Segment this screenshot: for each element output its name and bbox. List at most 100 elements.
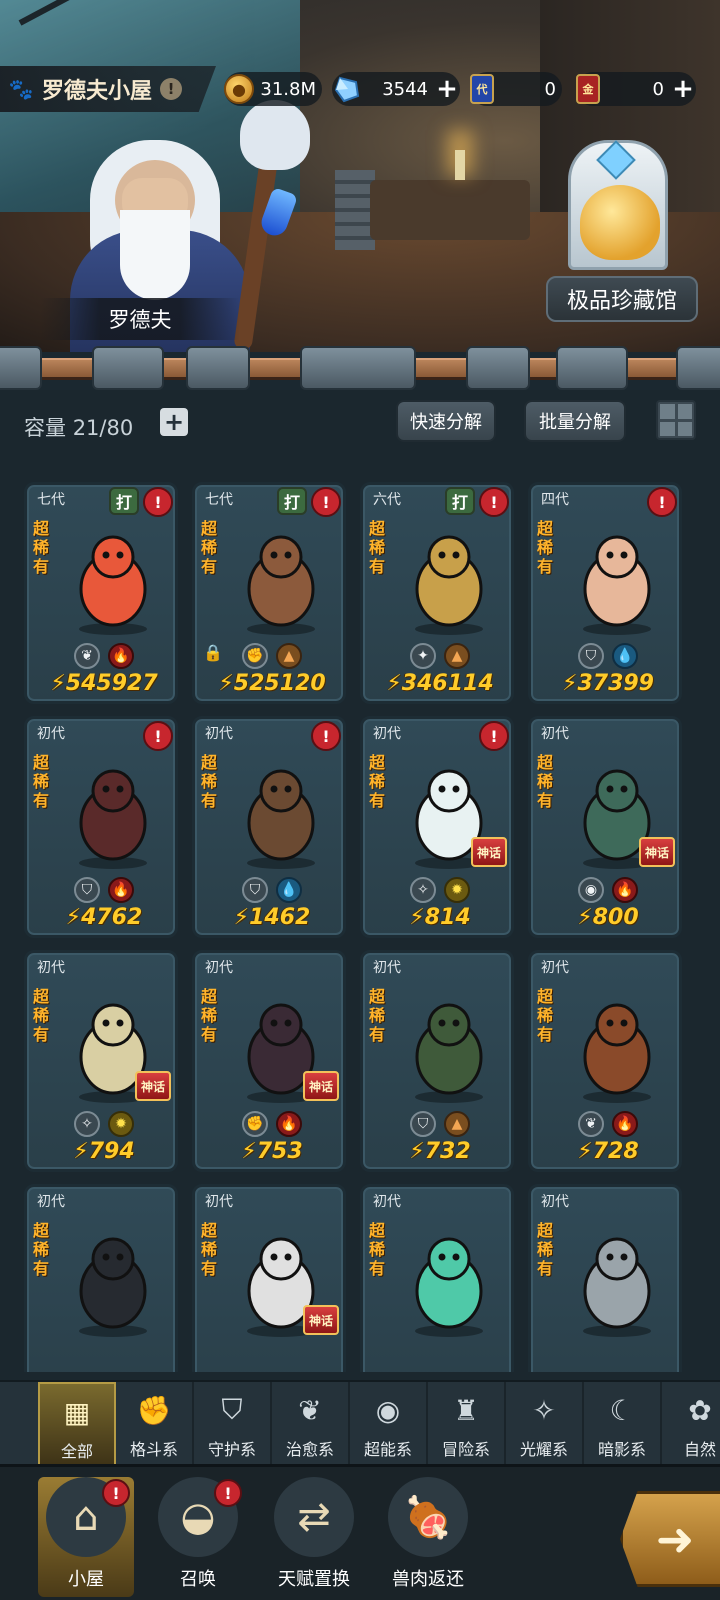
power-value: ⚡525120 [218,671,326,696]
info-icon[interactable]: ! [160,78,183,100]
filter-tab-label: 守护系 [207,1440,256,1459]
shield-icon: ⛉ [74,877,100,903]
pet-card[interactable]: 初代 超稀有 神话 ✧ ✹ ⚡794 [24,950,178,1172]
fire-icon: 🔥 [108,877,134,903]
power-value: ⚡545927 [50,671,158,696]
page-title: 罗德夫小屋 [42,79,153,104]
pet-card[interactable]: 初代 超稀有! ⛉ 💧 ⚡1462 [192,716,346,938]
red-card-icon: 金 [576,74,600,104]
pet-card[interactable]: 初代 超稀有 神话 ◉ 🔥 ⚡800 [528,716,682,938]
expand-capacity-button[interactable]: + [160,408,188,436]
blue-crystal-icon [332,74,362,104]
power-icon: ⚡ [577,1139,593,1164]
fire-icon: 🔥 [276,1111,302,1137]
power-icon: ⚡ [218,671,234,696]
pet-card[interactable]: 七代 超稀有打! 🔒 ✊ ▲ ⚡525120 [192,482,346,704]
nav-item[interactable]: ◒ 召唤! [150,1477,246,1597]
nav-item[interactable]: ⇄ 天赋置换 [266,1477,362,1597]
pet-generation: 初代 [541,726,569,742]
rarity-label: 超稀有 [33,1221,50,1278]
meat-icon: 🍖 [388,1477,468,1557]
rarity-label: 超稀有 [537,753,554,810]
filter-tab[interactable]: ✧ 光耀系 [506,1382,584,1466]
fire-icon: 🔥 [612,1111,638,1137]
power-icon: ⚡ [577,905,593,930]
scene-desk [370,180,530,240]
nav-item[interactable]: 🍖 兽肉返还 [380,1477,476,1597]
pet-card[interactable]: 初代 超稀有! 神话 ✧ ✹ ⚡814 [360,716,514,938]
filter-tab[interactable]: ▦ 全部 [38,1382,116,1466]
power-value: ⚡794 [73,1139,135,1164]
nav-item[interactable]: ⌂ 小屋! [38,1477,134,1597]
power-icon: ⚡ [562,671,578,696]
batch-decompose-button[interactable]: 批量分解 [524,400,626,442]
psychic-icon: ◉ [375,1393,401,1427]
pet-types: ⛉ ▲ [363,1111,511,1137]
pet-portrait [399,517,499,637]
filter-tab[interactable]: ♜ 冒险系 [428,1382,506,1466]
rarity-label: 超稀有 [33,519,50,576]
fire-icon: 🔥 [108,643,134,669]
rarity-label: 超稀有 [369,987,386,1044]
pet-card[interactable]: 六代 超稀有打! ✦ ▲ ⚡346114 [360,482,514,704]
earth-icon: ▲ [276,643,302,669]
filter-tab[interactable]: ☾ 暗影系 [584,1382,662,1466]
pet-types: ◉ 🔥 [531,877,679,903]
pet-types: ⛉ 💧 [531,643,679,669]
pet-generation: 初代 [541,1194,569,1210]
pet-card[interactable]: 四代 超稀有! ⛉ 💧 ⚡37399 [528,482,682,704]
moon-icon: ☾ [609,1393,635,1427]
pet-card[interactable]: 初代 超稀有! ⛉ 🔥 ⚡4762 [24,716,178,938]
pet-card[interactable]: 初代 超稀有 神话 [192,1184,346,1372]
capacity-label: 容量 [24,416,66,440]
filter-tab-label: 超能系 [363,1440,412,1459]
power-icon: ⚡ [409,1139,425,1164]
pet-generation: 初代 [205,960,233,976]
add-red-card-button[interactable]: + [670,76,696,102]
pet-portrait [567,517,667,637]
power-value: ⚡1462 [233,905,311,930]
quick-decompose-button[interactable]: 快速分解 [396,400,496,442]
pet-card[interactable]: 初代 超稀有 ❦ 🔥 ⚡728 [528,950,682,1172]
add-crystal-button[interactable]: + [434,76,460,102]
filter-tab[interactable]: ✿ 自然 [662,1382,720,1466]
pet-types: ⛉ 🔥 [27,877,175,903]
filter-tab[interactable]: ❦ 治愈系 [272,1382,350,1466]
blue-card-value: 0 [544,78,556,100]
light-icon: ✧ [74,1111,100,1137]
wooden-divider [0,346,720,390]
water-icon: 💧 [276,877,302,903]
hut-scene: 罗德夫 极品珍藏馆 [0,0,720,352]
filter-tab[interactable]: ✊ 格斗系 [116,1382,194,1466]
rarity-label: 超稀有 [537,519,554,576]
rarity-label: 超稀有 [369,1221,386,1278]
pet-card[interactable]: 初代 超稀有 [360,1184,514,1372]
pet-card[interactable]: 初代 超稀有 ⛉ ▲ ⚡732 [360,950,514,1172]
gold-counter: ● 31.8M [224,72,322,106]
alert-badge: ! [479,721,509,751]
pet-generation: 初代 [37,726,65,742]
filter-tab-label: 格斗系 [129,1440,178,1459]
filter-tab-label: 自然 [683,1440,716,1459]
pet-card[interactable]: 初代 超稀有 神话 ✊ 🔥 ⚡753 [192,950,346,1172]
rarity-label: 超稀有 [33,987,50,1044]
arrow-right-icon[interactable]: ➜ [620,1491,720,1587]
power-icon: ⚡ [65,905,82,930]
rarity-label: 超稀有 [537,987,554,1044]
all-grid-icon: ▦ [63,1395,91,1429]
pet-card[interactable]: 七代 超稀有打! ❦ 🔥 ⚡545927 [24,482,178,704]
equip-badge: 打 [277,487,307,515]
location-title: 🐾 罗德夫小屋 ! [0,66,216,112]
crystal-value: 3544 [382,78,428,100]
golden-statue [580,185,660,260]
grid-view-icon[interactable] [656,400,696,440]
filter-tab[interactable]: ⛉ 守护系 [194,1382,272,1466]
scene-candle [455,150,465,180]
pet-card[interactable]: 初代 超稀有 [528,1184,682,1372]
pet-card[interactable]: 初代 超稀有 [24,1184,178,1372]
museum-button[interactable]: 极品珍藏馆 [546,276,698,322]
filter-tab[interactable]: ◉ 超能系 [350,1382,428,1466]
alert-badge: ! [102,1479,130,1507]
element-filter-tabs: ▦ 全部 ✊ 格斗系 ⛉ 守护系 ❦ 治愈系 ◉ 超能系 ♜ 冒险系 ✧ 光耀系 ☾ 暗影系 ✿ 自然 [0,1380,720,1466]
blue-card-counter: 代 0 [470,72,562,106]
